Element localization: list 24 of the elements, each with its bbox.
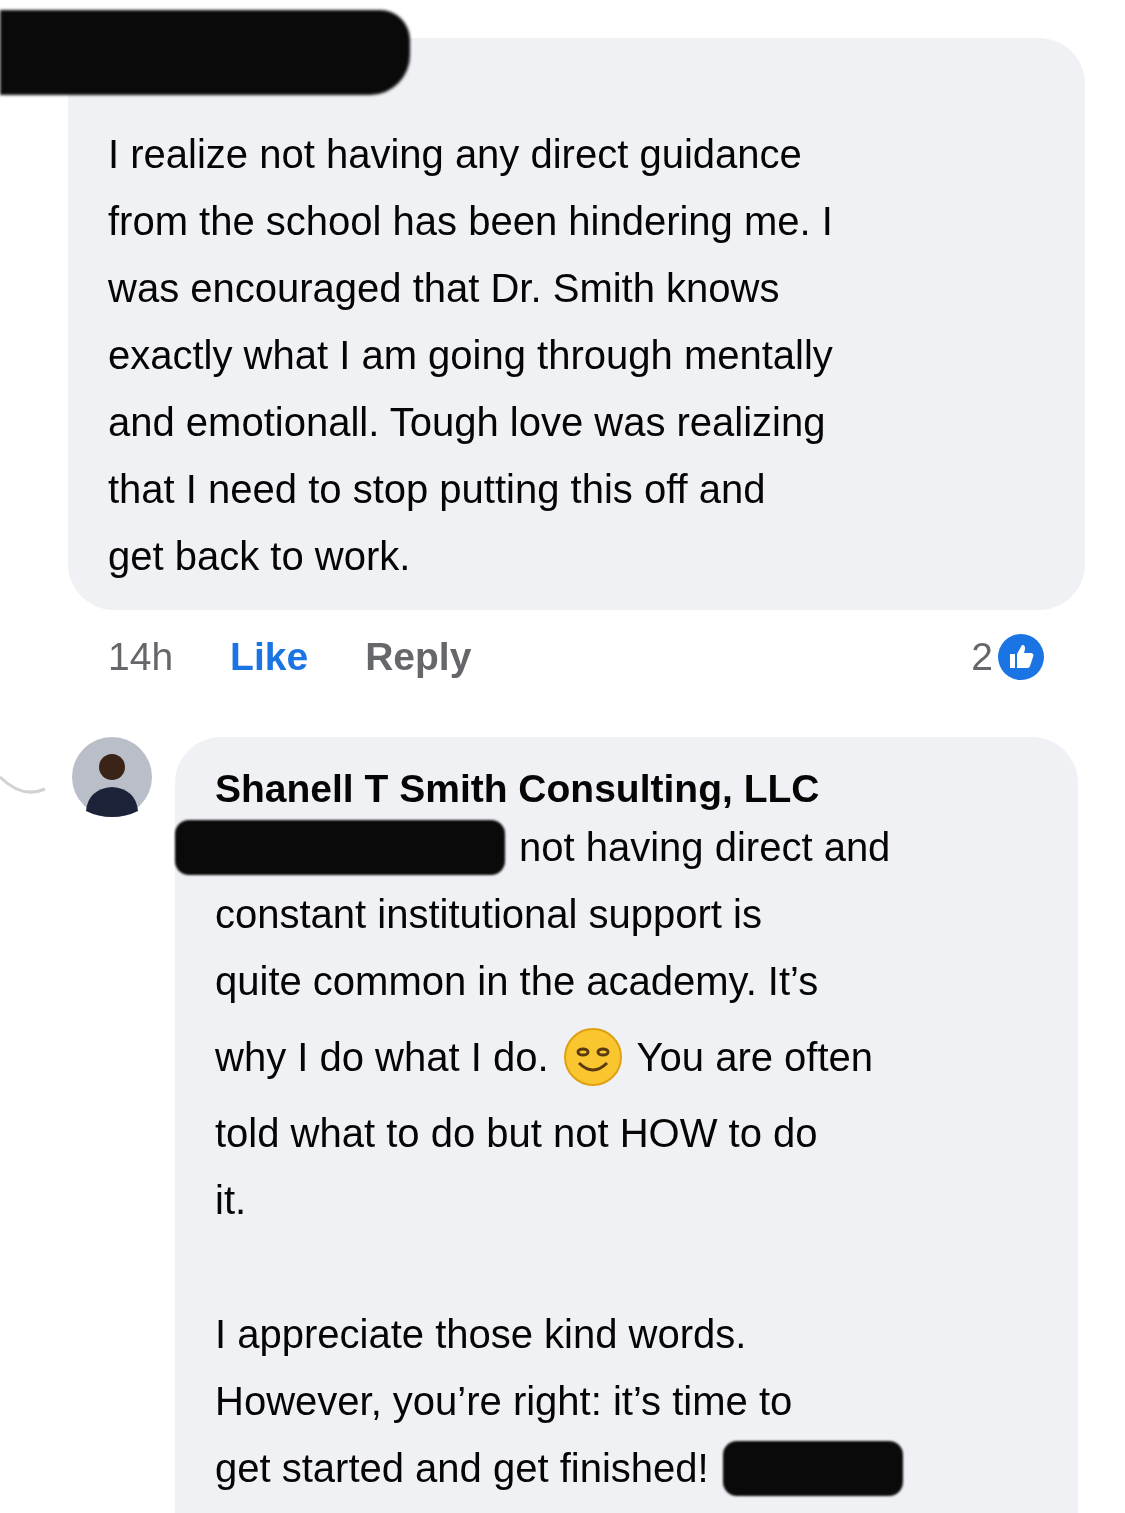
comment-text: quite common in the academy. It’s	[215, 957, 819, 1005]
comment-text: You are often	[636, 1033, 874, 1081]
comment-text: was encouraged that Dr. Smith knows	[108, 265, 780, 312]
reply-link[interactable]: Reply	[365, 628, 472, 687]
thumbs-up-icon	[997, 633, 1045, 682]
author-name[interactable]: Shanell T Smith Consulting, LLC	[215, 763, 1048, 814]
comment-text: However, you’re right: it’s time to	[215, 1377, 793, 1425]
comment-text: not having direct and	[519, 823, 891, 871]
like-link[interactable]: Like	[230, 628, 309, 687]
comment-text: exactly what I am going through mentally	[108, 332, 833, 379]
timestamp: 14h	[108, 634, 174, 680]
comment-text: it.	[215, 1176, 247, 1224]
reaction-count: 2	[971, 634, 993, 680]
comment-text: and emotionall. Tough love was realizing	[108, 399, 826, 446]
comment-text: get started and get finished!	[215, 1444, 709, 1492]
comment-text: I realize not having any direct guidance	[108, 131, 802, 178]
comment-text: constant institutional support is	[215, 890, 762, 938]
comment-text: from the school has been hindering me. I	[108, 198, 833, 245]
comment-text: why I do what I do.	[215, 1033, 549, 1081]
comment-text: told what to do but not HOW to do	[215, 1109, 818, 1157]
smiling-face-icon	[562, 1027, 623, 1087]
comment-text: I appreciate those kind words.	[215, 1310, 747, 1358]
comment-text: that I need to stop putting this off and	[108, 466, 766, 513]
comment-text: get back to work.	[108, 533, 411, 580]
